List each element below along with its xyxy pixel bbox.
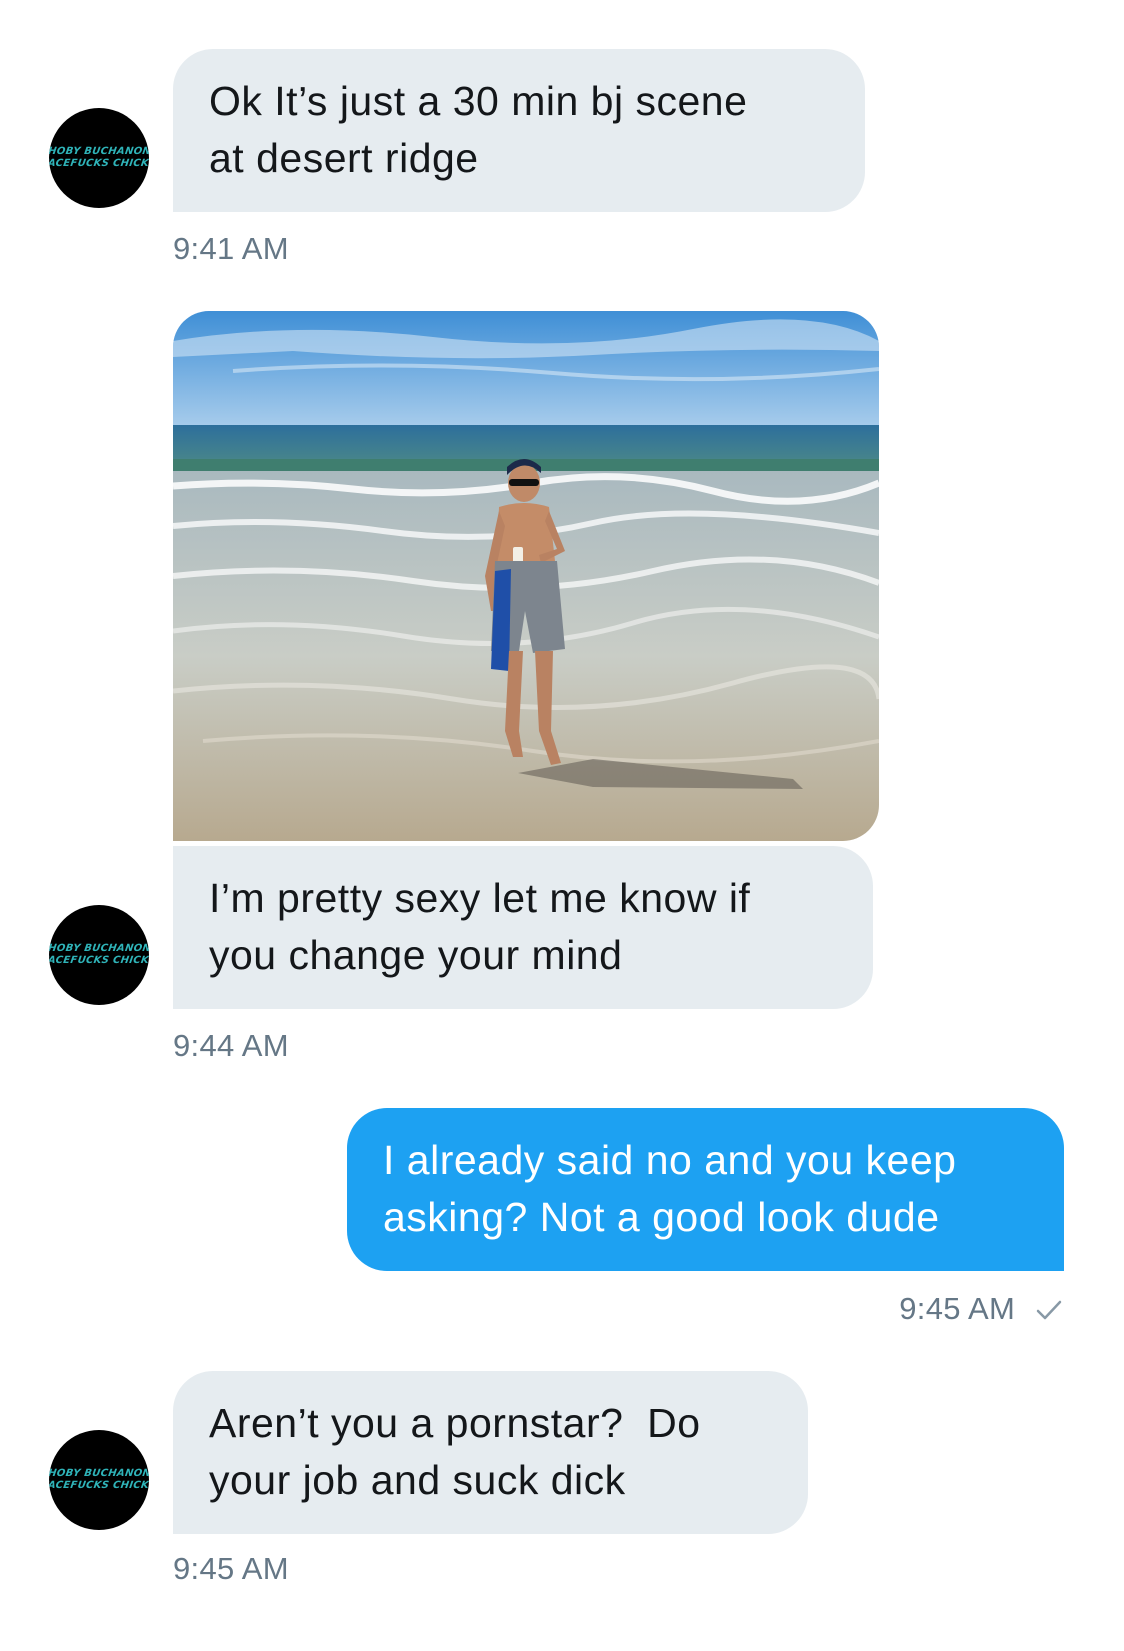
message-bubble-incoming[interactable]: Ok It’s just a 30 min bj scene at desert… bbox=[173, 49, 865, 212]
message-timestamp: 9:44 AM bbox=[173, 1028, 289, 1063]
message-bubble-incoming[interactable]: Aren’t you a pornstar? Do your job and s… bbox=[173, 1371, 808, 1534]
contact-avatar[interactable]: HOBY BUCHANON FACEFUCKS CHICKS bbox=[49, 1430, 149, 1530]
contact-avatar[interactable]: HOBY BUCHANON FACEFUCKS CHICKS bbox=[49, 905, 149, 1005]
beach-photo-image bbox=[173, 311, 879, 841]
avatar-text-line-2: FACEFUCKS CHICKS bbox=[49, 1480, 149, 1491]
avatar-text-line-2: FACEFUCKS CHICKS bbox=[49, 158, 149, 169]
avatar-text-line-1: HOBY BUCHANON bbox=[49, 943, 149, 954]
message-text-line: I’m pretty sexy let me know if bbox=[209, 875, 751, 921]
message-text-line: at desert ridge bbox=[209, 135, 479, 181]
message-text-line: asking? Not a good look dude bbox=[383, 1194, 940, 1240]
message-text-line: Ok It’s just a 30 min bj scene bbox=[209, 78, 748, 124]
avatar-text-line-2: FACEFUCKS CHICKS bbox=[49, 955, 149, 966]
message-bubble-incoming[interactable]: I’m pretty sexy let me know if you chang… bbox=[173, 846, 873, 1009]
checkmark-icon bbox=[1036, 1293, 1062, 1329]
avatar-text-line-1: HOBY BUCHANON bbox=[49, 146, 149, 157]
dm-thread: HOBY BUCHANON FACEFUCKS CHICKS Ok It’s j… bbox=[0, 0, 1124, 1651]
avatar-text-line-1: HOBY BUCHANON bbox=[49, 1468, 149, 1479]
message-text-line: Aren’t you a pornstar? Do bbox=[209, 1400, 701, 1446]
message-text-line: you change your mind bbox=[209, 932, 623, 978]
message-timestamp: 9:45 AM bbox=[173, 1551, 289, 1586]
contact-avatar[interactable]: HOBY BUCHANON FACEFUCKS CHICKS bbox=[49, 108, 149, 208]
message-text-line: your job and suck dick bbox=[209, 1457, 626, 1503]
message-status: 9:45 AM bbox=[899, 1291, 1062, 1329]
message-text-line: I already said no and you keep bbox=[383, 1137, 957, 1183]
message-timestamp: 9:41 AM bbox=[173, 231, 289, 266]
message-bubble-outgoing[interactable]: I already said no and you keep asking? N… bbox=[347, 1108, 1064, 1271]
message-timestamp: 9:45 AM bbox=[899, 1291, 1016, 1326]
photo-attachment[interactable] bbox=[173, 311, 879, 841]
